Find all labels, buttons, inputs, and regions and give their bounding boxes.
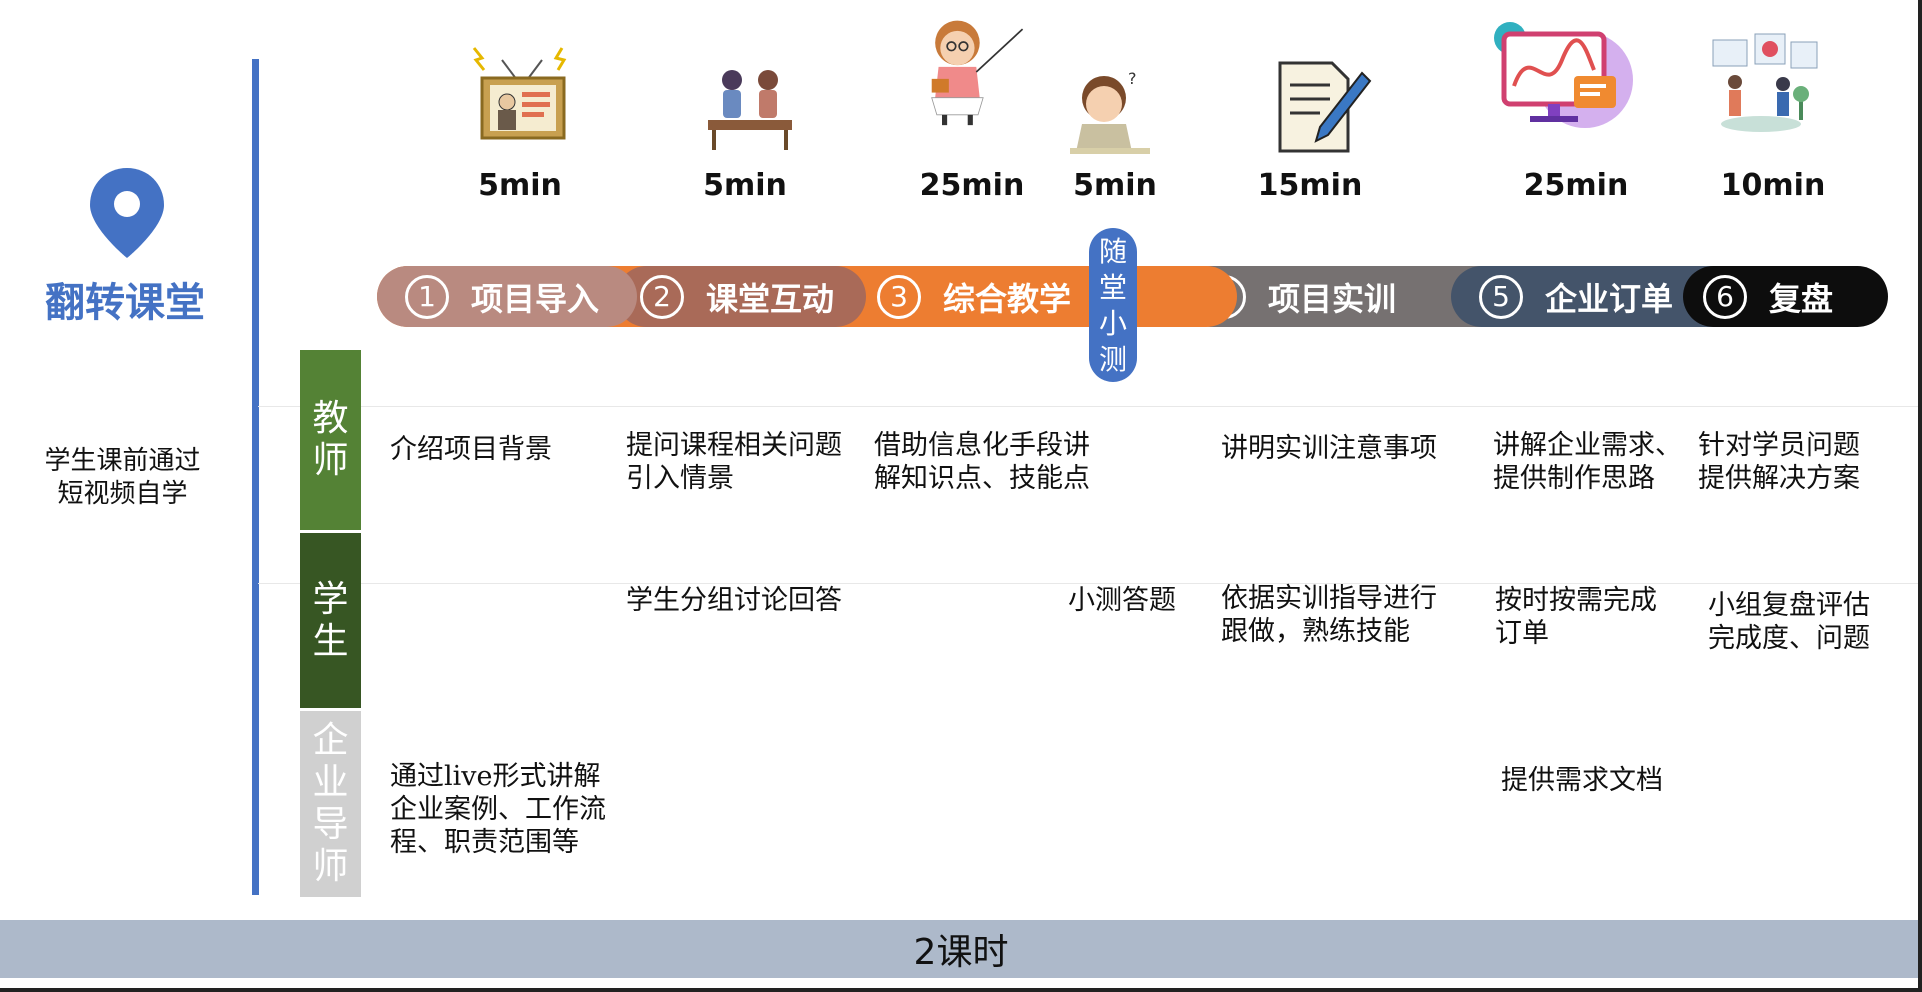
teacher-task: 针对学员问题 提供解决方案 (1698, 430, 1860, 494)
role-char: 师 (312, 846, 349, 887)
quiz-pill: 随 堂 小 测 (1089, 228, 1137, 382)
duration-label: 10min (1720, 168, 1826, 203)
bottom-border (0, 988, 1922, 992)
role-char: 教 (312, 398, 349, 439)
team-review-icon (1712, 33, 1818, 132)
location-pin-icon (90, 168, 164, 258)
stage-label: 综合教学 (943, 279, 1072, 318)
role-char: 导 (312, 804, 349, 845)
footer-duration: 2课时 (0, 920, 1922, 978)
duration-label: 5min (703, 168, 787, 203)
thinking-student-icon: ? (1070, 69, 1150, 154)
pre-study-note: 学生课前通过 短视频自学 (30, 445, 215, 511)
document-pencil-icon (1278, 61, 1372, 153)
teacher-pointer-icon (931, 20, 1024, 126)
stage-2-segment: 2 课堂互动 (616, 266, 866, 327)
stage-label: 复盘 (1769, 279, 1834, 318)
role-student: 学 生 (300, 533, 361, 708)
stage-label: 课堂互动 (706, 279, 835, 318)
row-divider (258, 406, 1922, 407)
role-teacher: 教 师 (300, 350, 361, 530)
teacher-task: 提问课程相关问题 引入情景 (626, 430, 842, 494)
quiz-char: 随 (1098, 235, 1127, 268)
duration-label: 15min (1257, 168, 1363, 203)
student-task: 依据实训指导进行 跟做，熟练技能 (1221, 583, 1437, 647)
presentation-board-icon (472, 47, 567, 140)
teacher-task: 介绍项目背景 (390, 434, 552, 465)
teacher-task: 讲明实训注意事项 (1221, 433, 1437, 464)
pre-study-line: 短视频自学 (57, 479, 188, 509)
role-char: 生 (312, 620, 349, 662)
duration-label: 5min (1073, 168, 1157, 203)
stage-1-segment: 1 项目导入 (377, 266, 637, 327)
student-task: 学生分组讨论回答 (626, 585, 842, 616)
duration-label: 5min (478, 168, 562, 203)
role-char: 学 (312, 578, 349, 620)
group-discussion-icon (708, 70, 792, 150)
mentor-task: 提供需求文档 (1501, 765, 1663, 796)
student-task: 按时按需完成 订单 (1495, 585, 1657, 649)
role-mentor: 企 业 导 师 (300, 711, 361, 897)
teacher-task: 借助信息化手段讲 解知识点、技能点 (874, 430, 1090, 494)
right-border (1918, 0, 1922, 992)
timeline-divider (252, 59, 259, 895)
stage-3-segment: 3 综合教学 (849, 266, 1089, 327)
stage-number: 5 (1479, 274, 1523, 319)
stage-label: 项目实训 (1268, 279, 1397, 318)
page-title: 翻转课堂 (45, 280, 205, 326)
stage-6-segment: 6 复盘 (1683, 266, 1888, 327)
teacher-task: 讲解企业需求、 提供制作思路 (1493, 430, 1682, 494)
quiz-char: 小 (1098, 307, 1127, 340)
duration-label: 25min (1523, 168, 1629, 203)
stage-number: 3 (877, 274, 921, 319)
stage-label: 企业订单 (1545, 279, 1674, 318)
student-task: 小测答题 (1068, 585, 1176, 616)
quiz-char: 堂 (1098, 271, 1127, 304)
monitor-chart-icon (1494, 22, 1633, 128)
svg-text:?: ? (1128, 69, 1137, 88)
mentor-task: 通过live形式讲解 企业案例、工作流 程、职责范围等 (390, 761, 606, 858)
stage-number: 1 (405, 274, 449, 319)
stage-number: 2 (640, 274, 684, 319)
stage-number: 6 (1703, 274, 1747, 319)
role-char: 业 (312, 762, 349, 803)
quiz-char: 测 (1098, 343, 1127, 376)
role-char: 企 (312, 720, 349, 761)
stage-label: 项目导入 (471, 279, 600, 318)
pre-study-line: 学生课前通过 (44, 446, 201, 476)
duration-label: 25min (919, 168, 1025, 203)
role-char: 师 (312, 440, 349, 481)
student-task: 小组复盘评估 完成度、问题 (1708, 590, 1870, 654)
